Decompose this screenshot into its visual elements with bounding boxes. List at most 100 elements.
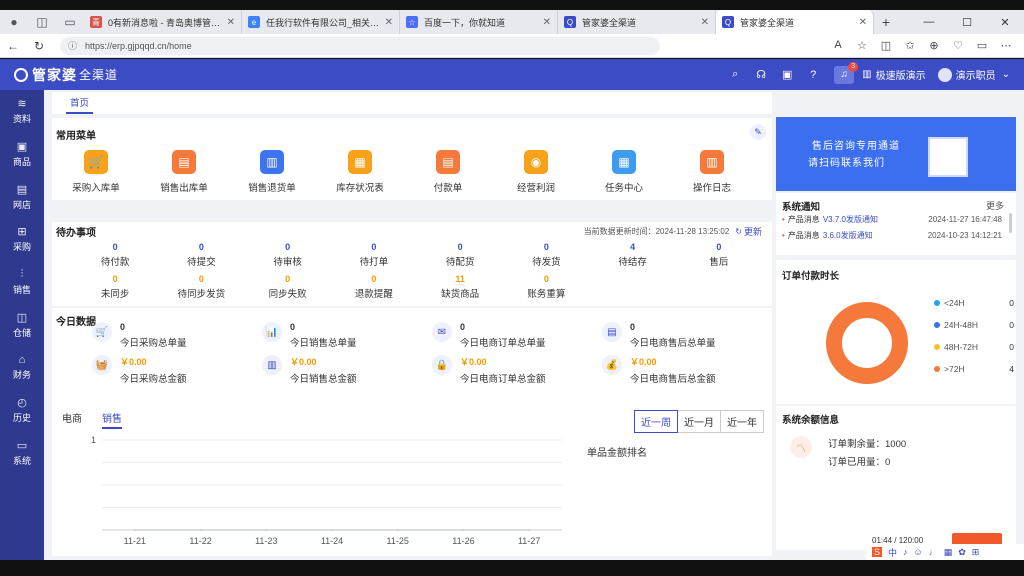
- menu-shortcut[interactable]: ▤ 销售出库单: [140, 150, 228, 194]
- extensions-icon[interactable]: ▭: [970, 39, 994, 52]
- pending-item[interactable]: 11 缺货商品: [417, 274, 503, 300]
- sidebar-item[interactable]: ▣ 商品: [0, 133, 44, 176]
- sidebar-item[interactable]: ≋ 资料: [0, 90, 44, 133]
- collections-icon[interactable]: ⊕: [922, 39, 946, 52]
- notice-item[interactable]: • 产品消息 3.6.0发版通知 2024-10-23 14:12:21: [782, 227, 1002, 243]
- menu-shortcut[interactable]: ▥ 操作日志: [668, 150, 756, 194]
- pending-item[interactable]: 0 待同步发货: [158, 274, 244, 300]
- ime-keyboard-icon[interactable]: ▦: [944, 547, 953, 558]
- browser-tab[interactable]: e 任我行软件有限公司_相关搜索结 ✕: [242, 10, 400, 34]
- maximize-button[interactable]: ☐: [948, 16, 986, 29]
- ime-punct-icon[interactable]: ♪: [903, 547, 908, 557]
- tab-favicon-icon: Q: [722, 16, 734, 28]
- notice-date: 2024-10-23 14:12:21: [927, 230, 1002, 240]
- notice-item[interactable]: • 产品消息 V3.7.0发版通知 2024-11-27 16:47:48: [782, 211, 1002, 227]
- range-button[interactable]: 近一年: [720, 410, 764, 433]
- sidebar-item[interactable]: ▭ 系统: [0, 432, 44, 475]
- favorites-icon[interactable]: ✩: [898, 39, 922, 52]
- new-tab-button[interactable]: +: [874, 14, 898, 30]
- pending-item[interactable]: 0 未同步: [72, 274, 158, 300]
- pending-item[interactable]: 0 同步失败: [245, 274, 331, 300]
- tab-home[interactable]: 首页: [66, 92, 94, 114]
- browser-tab[interactable]: Q 管家婆全渠道 ✕: [558, 10, 716, 34]
- settings-more-icon[interactable]: ⋯: [994, 39, 1018, 52]
- tab-close-icon[interactable]: ✕: [385, 17, 393, 28]
- tab-close-icon[interactable]: ✕: [701, 17, 709, 28]
- pending-item[interactable]: 4 待结存: [590, 242, 676, 268]
- avatar[interactable]: [937, 67, 952, 82]
- tab-close-icon[interactable]: ✕: [859, 17, 867, 28]
- pending-item[interactable]: 0 账务重算: [503, 274, 589, 300]
- read-aloud-icon[interactable]: A: [826, 39, 850, 52]
- sidebar-item[interactable]: ⊞ 采购: [0, 218, 44, 261]
- sidebar-item[interactable]: ▤ 网店: [0, 175, 44, 218]
- ime-skin-icon[interactable]: ✿: [958, 547, 966, 558]
- menu-shortcut[interactable]: ▤ 付款单: [404, 150, 492, 194]
- notice-scrollbar[interactable]: [1009, 213, 1012, 233]
- browser-tab[interactable]: Q 管家婆全渠道 ✕: [716, 10, 874, 34]
- notice-bullet-icon: •: [782, 230, 785, 240]
- range-button[interactable]: 近一月: [677, 410, 721, 433]
- menu-shortcut-label: 操作日志: [692, 183, 731, 194]
- pending-item[interactable]: 0 待付款: [72, 242, 158, 268]
- sidebar-item[interactable]: ⌂ 财务: [0, 346, 44, 389]
- support-icon[interactable]: ☊: [748, 68, 774, 81]
- speed-demo-link[interactable]: 极速版演示: [876, 67, 926, 82]
- notification-badge: 3: [848, 61, 859, 72]
- y-tick-label: 1: [91, 435, 96, 445]
- menu-shortcut[interactable]: ▦ 任务中心: [580, 150, 668, 194]
- sidebar-item[interactable]: ◫ 仓储: [0, 303, 44, 346]
- pending-item[interactable]: 0 待提交: [158, 242, 244, 268]
- ime-chinese-icon[interactable]: 中: [888, 546, 897, 559]
- menu-shortcut[interactable]: ◉ 经营利润: [492, 150, 580, 194]
- notification-bell-button[interactable]: ♫ 3: [834, 61, 859, 84]
- message-icon[interactable]: ▣: [774, 68, 800, 81]
- ime-grid-icon[interactable]: ⊞: [972, 547, 980, 558]
- sidebar-item[interactable]: ⫶ 销售: [0, 261, 44, 304]
- pending-item[interactable]: 0 待打单: [331, 242, 417, 268]
- notice-version-link[interactable]: 3.6.0发版通知: [823, 230, 873, 241]
- data-point: [462, 529, 465, 531]
- tab-close-icon[interactable]: ✕: [543, 17, 551, 28]
- browser-tab[interactable]: 青 0有新消息啦 - 青岛奥博管家婆软 ✕: [84, 10, 242, 34]
- pending-item[interactable]: 0 退款提醒: [331, 274, 417, 300]
- today-stat-icon: ✉: [432, 322, 452, 342]
- close-window-button[interactable]: ✕: [986, 16, 1024, 29]
- refresh-icon[interactable]: ↻: [735, 227, 742, 236]
- favorite-star-icon[interactable]: ☆: [850, 39, 874, 52]
- tab-actions-icon[interactable]: ▭: [56, 10, 84, 34]
- split-screen-icon[interactable]: ◫: [874, 39, 898, 52]
- ime-emoji-icon[interactable]: ☺: [914, 547, 923, 557]
- minimize-button[interactable]: —: [910, 16, 948, 29]
- browser-essentials-icon[interactable]: ♡: [946, 39, 970, 52]
- profile-icon[interactable]: ●: [0, 10, 28, 34]
- menu-shortcut[interactable]: 🛒 采购入库单: [52, 150, 140, 194]
- after-sales-banner[interactable]: 售后咨询专用通道 请扫码联系我们: [776, 117, 1016, 191]
- sidebar-item[interactable]: ◴ 历史: [0, 389, 44, 432]
- reload-button[interactable]: ↻: [26, 39, 52, 53]
- pending-item[interactable]: 0 待审核: [245, 242, 331, 268]
- help-icon[interactable]: ?: [800, 69, 826, 81]
- back-button[interactable]: ←: [0, 39, 26, 53]
- menu-shortcut-icon: ▥: [700, 150, 724, 174]
- legend-item: <24H 0: [934, 292, 1014, 314]
- menu-shortcut[interactable]: ▦ 库存状况表: [316, 150, 404, 194]
- range-button[interactable]: 近一周: [634, 410, 678, 433]
- site-info-icon[interactable]: ⓘ: [68, 39, 77, 52]
- url-field[interactable]: ⓘ https://erp.gjpqqd.cn/home: [60, 36, 660, 55]
- browser-tab[interactable]: ☆ 百度一下，你就知道 ✕: [400, 10, 558, 34]
- ime-mic-icon[interactable]: ♩: [929, 547, 938, 557]
- search-icon[interactable]: ⌕: [722, 68, 748, 81]
- user-name[interactable]: 演示职员: [956, 67, 996, 82]
- edit-pencil-icon[interactable]: ✎: [750, 124, 766, 140]
- chevron-down-icon[interactable]: ⌄: [1002, 69, 1010, 80]
- notice-version-link[interactable]: V3.7.0发版通知: [823, 214, 878, 225]
- workspaces-icon[interactable]: ◫: [28, 10, 56, 34]
- pending-item[interactable]: 0 待发货: [503, 242, 589, 268]
- tab-close-icon[interactable]: ✕: [227, 17, 235, 28]
- pending-item[interactable]: 0 售后: [676, 242, 762, 268]
- ime-logo-icon[interactable]: S: [872, 547, 883, 557]
- refresh-button[interactable]: 更新: [744, 225, 762, 238]
- pending-item[interactable]: 0 待配货: [417, 242, 503, 268]
- menu-shortcut[interactable]: ▥ 销售退货单: [228, 150, 316, 194]
